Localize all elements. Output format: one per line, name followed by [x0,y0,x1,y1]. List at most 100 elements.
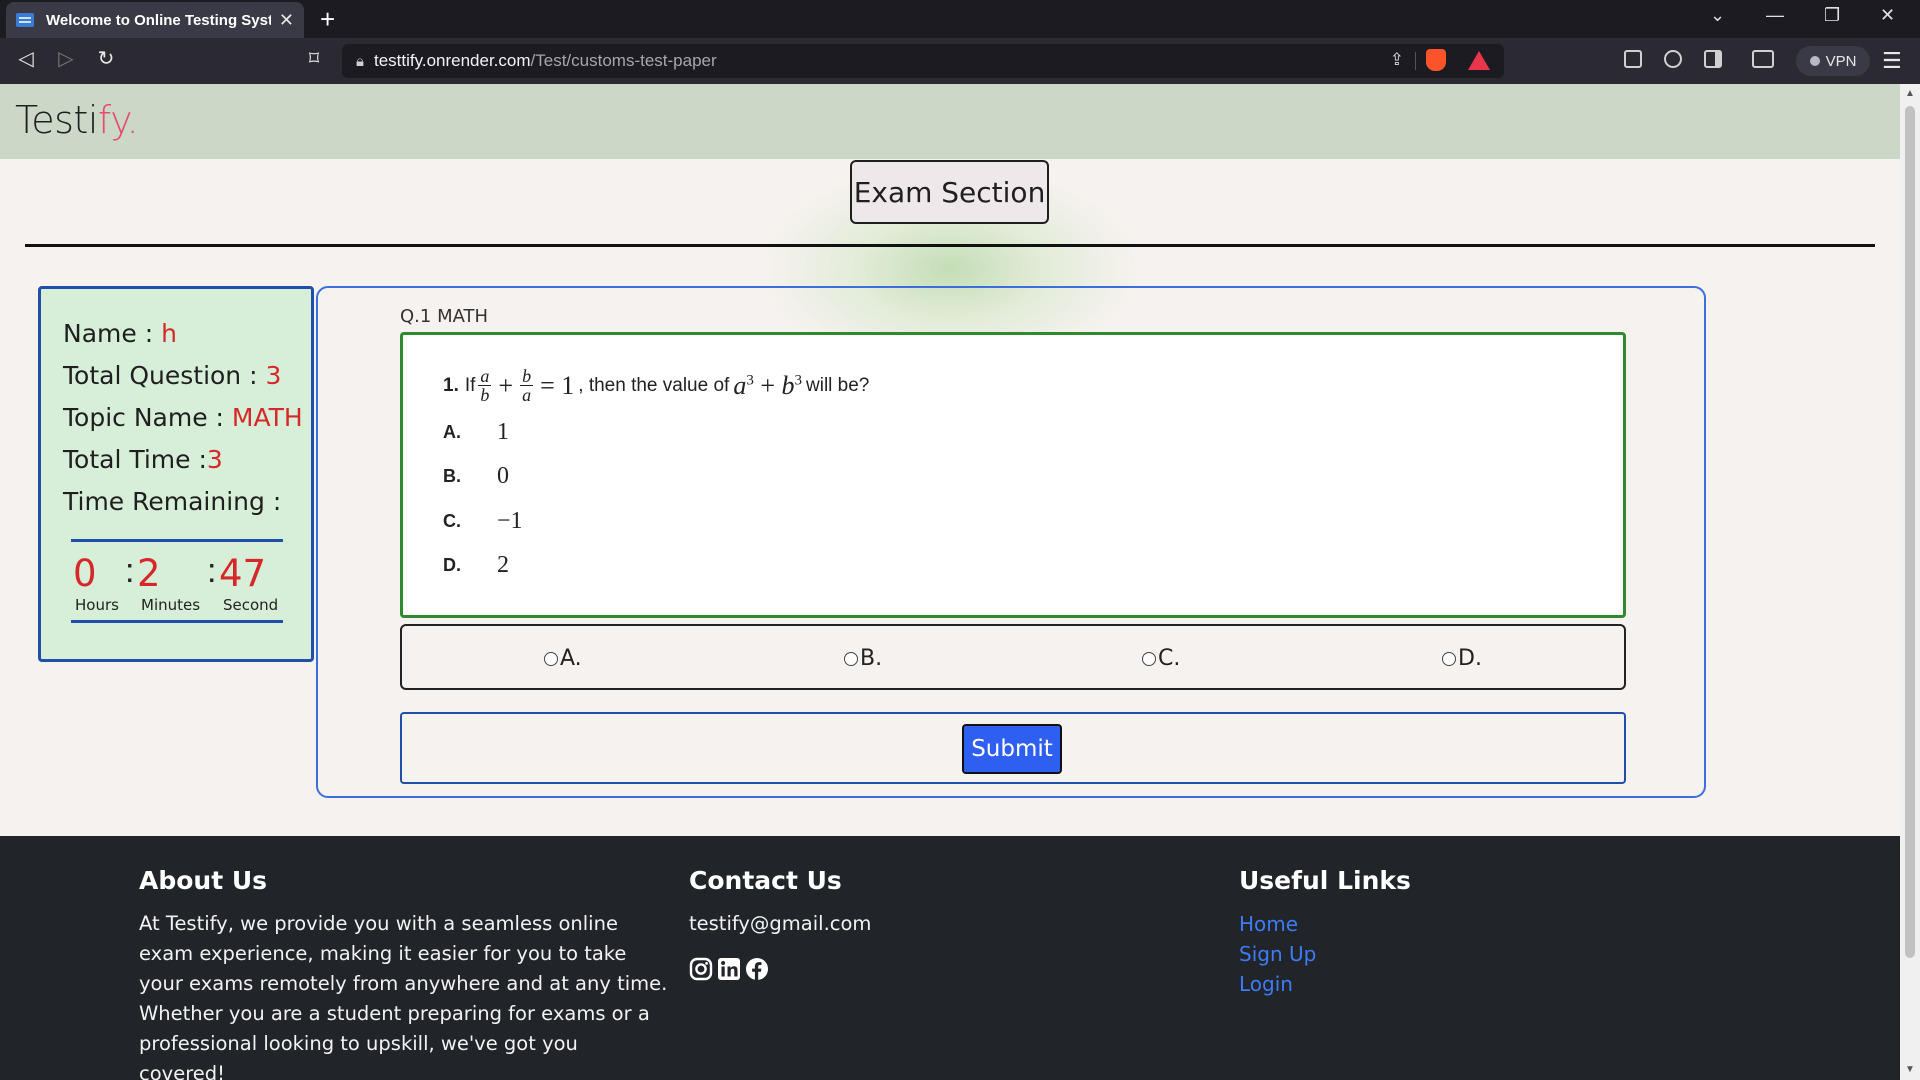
submit-container: Submit [400,712,1626,784]
divider [1415,52,1416,70]
name-value: h [161,319,177,348]
page-scrollbar[interactable]: ▲ ▼ [1900,84,1920,1080]
extensions-icon[interactable] [1664,50,1682,68]
radio-circle[interactable] [1442,651,1456,666]
option-value: −1 [497,508,523,534]
instagram-icon[interactable] [689,957,713,981]
answer-label: B. [860,646,883,671]
footer-links: Useful Links Home Sign Up Login [1239,866,1639,999]
option-value: 2 [497,552,509,578]
total-time-value: 3 [206,445,223,474]
links-heading: Useful Links [1239,866,1411,895]
footer-link-signup[interactable]: Sign Up [1239,939,1639,969]
lock-icon: 🔒︎ [356,52,364,70]
option-letter: B. [443,466,461,486]
close-window-button[interactable]: ✕ [1880,5,1895,26]
about-heading: About Us [139,866,268,895]
answer-label: D. [1458,646,1482,671]
divider [25,244,1875,247]
menu-icon[interactable]: ☰ [1882,48,1902,74]
total-question-value: 3 [265,361,282,390]
share-icon[interactable]: ⇪ [1390,50,1404,70]
restore-button[interactable]: ❐ [1824,5,1840,26]
reload-icon[interactable]: ↻ [92,46,120,71]
wallet-cards-icon[interactable] [1624,50,1642,68]
scrollbar-thumb[interactable] [1905,106,1915,958]
footer-link-home[interactable]: Home [1239,909,1639,939]
question-card: 1. If ab + ba = 1 , then the value of a3… [400,332,1626,618]
brand-accent: fy. [97,98,139,142]
footer-contact: Contact Us testify@gmail.com [689,866,1109,981]
radio-circle[interactable] [1142,651,1156,666]
bookmark-icon[interactable]: ⌑ [300,46,328,71]
linkedin-icon[interactable] [717,957,741,981]
plus-sign: + [498,370,514,400]
vpn-status-icon [1809,56,1820,66]
tab-title: Welcome to Online Testing System [46,11,271,29]
name-label: Name : [63,319,162,348]
forward-icon[interactable]: ▷ [52,46,80,71]
tab-list-chevron-icon[interactable]: ⌄ [1710,5,1725,26]
radio-circle[interactable] [544,651,558,666]
seconds-label: Second [223,596,279,614]
total-time-label: Total Time : [63,445,207,474]
minutes-label: Minutes [141,596,201,614]
facebook-icon[interactable] [745,957,769,981]
option-letter: A. [443,422,461,442]
timer-colon: : [125,552,135,590]
answer-radio-b[interactable]: B. [844,646,882,671]
submit-button[interactable]: Submit [962,724,1062,774]
site-header: Testify. [0,84,1900,159]
brave-shields-icon[interactable] [1426,49,1446,71]
option-b: B. 0 [443,463,509,490]
social-links [689,957,1109,981]
footer-link-login[interactable]: Login [1239,969,1639,999]
timer-minutes: 2 [137,552,161,595]
hours-label: Hours [75,596,119,614]
minimize-button[interactable]: — [1766,5,1784,26]
option-value: 0 [497,463,509,489]
browser-tab-bar: Welcome to Online Testing System ✕ + ⌄ —… [0,0,1920,38]
answer-options: A. B. C. D. [400,624,1626,690]
question-text: 1. If ab + ba = 1 , then the value of a3… [443,367,869,404]
url-host: testtify.onrender.com [373,51,531,70]
question-prefix: If [464,374,476,396]
scroll-up-icon[interactable]: ▲ [1905,88,1915,99]
brand-logo[interactable]: Testify. [15,98,139,142]
address-bar[interactable]: 🔒︎ testtify.onrender.com /Test/customs-t… [342,44,1504,78]
answer-label: C. [1158,646,1181,671]
answer-radio-a[interactable]: A. [544,646,582,671]
vpn-button[interactable]: VPN [1796,46,1870,76]
page-title: Exam Section [850,160,1049,224]
total-question-row: Total Question : 3 [63,361,281,390]
answer-radio-d[interactable]: D. [1442,646,1482,671]
option-letter: C. [443,511,461,531]
topic-label: Topic Name : [63,403,232,432]
tab-close-icon[interactable]: ✕ [279,10,294,31]
radio-circle[interactable] [844,651,858,666]
option-value: 1 [497,419,509,445]
answer-radio-c[interactable]: C. [1142,646,1180,671]
option-c: C. −1 [443,508,523,535]
site-footer: About Us At Testify, we provide you with… [0,836,1900,1080]
new-tab-button[interactable]: + [320,4,335,35]
scroll-down-icon[interactable]: ▼ [1905,1064,1915,1075]
wallet-icon[interactable] [1752,50,1774,68]
browser-toolbar: ◁ ▷ ↻ ⌑ 🔒︎ testtify.onrender.com /Test/c… [0,38,1920,84]
sidebar-icon[interactable] [1704,50,1722,68]
option-a: A. 1 [443,419,509,446]
total-time-row: Total Time :3 [63,445,223,474]
back-icon[interactable]: ◁ [12,46,40,71]
brand-main: Testi [15,98,98,142]
timer-colon: : [207,552,217,590]
contact-heading: Contact Us [689,866,842,895]
fraction-a-over-b: ab [478,366,492,405]
contact-email[interactable]: testify@gmail.com [689,909,1109,939]
browser-tab[interactable]: Welcome to Online Testing System ✕ [6,2,304,38]
answer-label: A. [560,646,582,671]
page-viewport: Testify. Exam Section Name : h Total Que… [0,84,1900,1080]
cube-expression: a3 + b3 [733,370,802,400]
topic-value: MATH [231,403,303,432]
brave-rewards-icon[interactable] [1468,51,1490,70]
total-question-label: Total Question : [63,361,266,390]
